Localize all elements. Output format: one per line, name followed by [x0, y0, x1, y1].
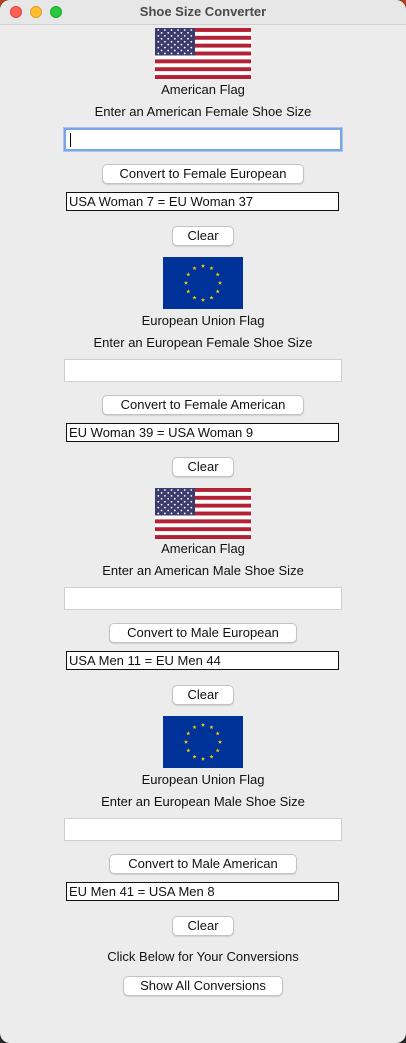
text-caret — [70, 133, 71, 147]
title-bar[interactable]: Shoe Size Converter — [0, 0, 406, 25]
input-prompt: Enter an European Male Shoe Size — [101, 794, 305, 809]
app-window: Shoe Size Converter American Flag Enter … — [0, 0, 406, 1043]
convert-to-male-european-button[interactable]: Convert to Male European — [109, 623, 297, 643]
input-prompt: Enter an American Male Shoe Size — [102, 563, 304, 578]
show-all-conversions-button[interactable]: Show All Conversions — [123, 976, 283, 996]
clear-button[interactable]: Clear — [172, 226, 234, 246]
conversions-caption: Click Below for Your Conversions — [107, 949, 299, 964]
eu-flag-icon — [163, 716, 243, 768]
clear-button[interactable]: Clear — [172, 685, 234, 705]
flag-label: American Flag — [161, 541, 245, 556]
eu-flag-icon — [163, 257, 243, 309]
input-prompt: Enter an American Female Shoe Size — [94, 104, 312, 119]
us-flag-icon — [155, 488, 251, 539]
clear-button[interactable]: Clear — [172, 457, 234, 477]
result-display: EU Woman 39 = USA Woman 9 — [66, 423, 339, 442]
flag-label: American Flag — [161, 82, 245, 97]
convert-to-male-american-button[interactable]: Convert to Male American — [109, 854, 297, 874]
clear-button[interactable]: Clear — [172, 916, 234, 936]
convert-to-female-european-button[interactable]: Convert to Female European — [102, 164, 304, 184]
flag-label: European Union Flag — [141, 772, 265, 787]
input-prompt: Enter an European Female Shoe Size — [93, 335, 313, 350]
european-female-size-input[interactable] — [64, 359, 342, 382]
american-female-size-input[interactable] — [64, 128, 342, 151]
us-flag-icon — [155, 28, 251, 79]
result-display: EU Men 41 = USA Men 8 — [66, 882, 339, 901]
american-male-size-input[interactable] — [64, 587, 342, 610]
window-title: Shoe Size Converter — [139, 4, 267, 19]
european-male-size-input[interactable] — [64, 818, 342, 841]
flag-label: European Union Flag — [141, 313, 265, 328]
result-display: USA Men 11 = EU Men 44 — [66, 651, 339, 670]
result-display: USA Woman 7 = EU Woman 37 — [66, 192, 339, 211]
convert-to-female-american-button[interactable]: Convert to Female American — [102, 395, 304, 415]
